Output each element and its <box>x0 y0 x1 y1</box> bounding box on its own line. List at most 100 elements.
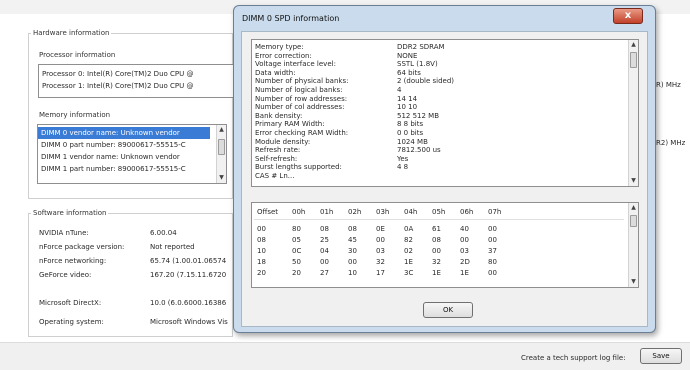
hex-cell: 08 <box>348 225 357 233</box>
hex-column-header: 02h <box>348 208 362 216</box>
dialog-client-area: Memory type: DDR2 SDRAM Error correction: N… <box>241 31 648 327</box>
scroll-down-icon[interactable]: ▼ <box>629 176 638 186</box>
hex-cell: 08 <box>432 236 441 244</box>
scroll-up-icon[interactable]: ▲ <box>217 125 226 135</box>
hex-cell: 25 <box>320 236 329 244</box>
sw-value-directx: 10.0 (6.0.6000.16386 <box>150 299 227 307</box>
sw-value-package: Not reported <box>150 243 195 251</box>
hex-cell: 2D <box>460 258 470 266</box>
sw-label-video: GeForce video: <box>39 271 92 279</box>
processor-list[interactable]: Processor 0: Intel(R) Core(TM)2 Duo CPU … <box>38 64 234 98</box>
hex-column-header: 04h <box>404 208 418 216</box>
hex-cell: 00 <box>376 236 385 244</box>
hex-cell: 0A <box>404 225 414 233</box>
hex-scrollbar[interactable]: ▲ ▼ <box>628 203 638 287</box>
hex-cell: 80 <box>488 258 497 266</box>
processor-info-legend: Processor information <box>39 51 116 59</box>
memory-item[interactable]: DIMM 1 vendor name: Unknown vendor <box>38 151 210 163</box>
hex-cell: 02 <box>404 247 413 255</box>
memory-info-legend: Memory information <box>39 111 111 119</box>
hex-cell: 00 <box>320 258 329 266</box>
sw-label-directx: Microsoft DirectX: <box>39 299 102 307</box>
hex-cell: 00 <box>432 247 441 255</box>
hex-column-header: 01h <box>320 208 334 216</box>
hex-cell: 00 <box>488 236 497 244</box>
hardware-info-legend: Hardware information <box>33 29 110 37</box>
hex-cell: 08 <box>320 225 329 233</box>
hex-cell: 61 <box>432 225 441 233</box>
hex-cell: 40 <box>460 225 469 233</box>
hex-cell: 03 <box>376 247 385 255</box>
sw-label-package: nForce package version: <box>39 243 125 251</box>
sw-value-networking: 65.74 (1.00.01.06574 <box>150 257 227 265</box>
hex-cell: 1E <box>432 269 441 277</box>
hex-cell: 17 <box>376 269 385 277</box>
cpu-frequency-fragment-2: R2) MHz <box>656 139 686 147</box>
spd-dialog: DIMM 0 SPD information x Memory type: DDR… <box>233 5 656 333</box>
hex-cell: 00 <box>460 236 469 244</box>
hex-cell: 37 <box>488 247 497 255</box>
memory-item[interactable]: DIMM 0 part number: 89000617-55515-C <box>38 139 210 151</box>
hex-column-header: 00h <box>292 208 306 216</box>
close-icon[interactable]: x <box>613 8 643 24</box>
sw-value-video: 167.20 (7.15.11.6720 <box>150 271 227 279</box>
hex-dump-box[interactable]: Offset 00h 01h 02h 03h 04h 05h 06h 07h 00 80 08 08 0E… <box>251 202 639 288</box>
hex-area: Offset 00h 01h 02h 03h 04h 05h 06h 07h 00 80 08 08 0E… <box>252 203 628 287</box>
sw-value-ntune: 6.00.04 <box>150 229 177 237</box>
dialog-title: DIMM 0 SPD information <box>242 14 340 23</box>
hex-cell: 50 <box>292 258 301 266</box>
hex-cell: 00 <box>257 225 266 233</box>
hex-column-header: Offset <box>257 208 279 216</box>
sw-label-os: Operating system: <box>39 318 104 326</box>
hex-cell: 1E <box>460 269 469 277</box>
hex-cell: 04 <box>320 247 329 255</box>
hex-cell: 18 <box>257 258 266 266</box>
scroll-down-icon[interactable]: ▼ <box>217 173 226 183</box>
hex-cell: 27 <box>320 269 329 277</box>
hex-cell: 00 <box>488 269 497 277</box>
sw-label-ntune: NVIDIA nTune: <box>39 229 89 237</box>
scroll-thumb[interactable] <box>630 215 637 227</box>
cpu-frequency-fragment: R) MHz <box>656 81 681 89</box>
spd-scrollbar[interactable]: ▲ ▼ <box>628 40 638 186</box>
hex-column-header: 03h <box>376 208 390 216</box>
hex-cell: 05 <box>292 236 301 244</box>
hex-cell: 80 <box>292 225 301 233</box>
hex-cell: 10 <box>348 269 357 277</box>
hex-header-divider <box>254 219 624 220</box>
ok-button[interactable]: OK <box>423 302 473 318</box>
hex-cell: 08 <box>257 236 266 244</box>
scroll-thumb[interactable] <box>630 52 637 68</box>
processor-1: Processor 1: Intel(R) Core(TM)2 Duo CPU … <box>42 82 194 90</box>
hex-cell: 3C <box>404 269 414 277</box>
sw-value-os: Microsoft Windows Vis <box>150 318 228 326</box>
memory-item[interactable]: DIMM 0 vendor name: Unknown vendor <box>38 127 210 139</box>
hex-column-header: 05h <box>432 208 446 216</box>
scroll-thumb[interactable] <box>218 139 225 155</box>
scroll-down-icon[interactable]: ▼ <box>629 277 638 287</box>
hex-cell: 32 <box>432 258 441 266</box>
hex-column-header: 07h <box>488 208 502 216</box>
log-file-label: Create a tech support log file: <box>521 354 626 362</box>
hex-cell: 82 <box>404 236 413 244</box>
hex-cell: 00 <box>488 225 497 233</box>
hex-cell: 0C <box>292 247 302 255</box>
hex-column-header: 06h <box>460 208 474 216</box>
hex-cell: 20 <box>257 269 266 277</box>
memory-item[interactable]: DIMM 1 part number: 89000617-55515-C <box>38 163 210 175</box>
save-button[interactable]: Save <box>640 348 682 364</box>
scroll-up-icon[interactable]: ▲ <box>629 40 638 50</box>
hex-cell: 03 <box>460 247 469 255</box>
hex-cell: 1E <box>404 258 413 266</box>
hex-cell: 00 <box>348 258 357 266</box>
hex-cell: 0E <box>376 225 385 233</box>
spd-row: CAS # Ln... <box>255 172 625 181</box>
hex-cell: 10 <box>257 247 266 255</box>
hex-cell: 32 <box>376 258 385 266</box>
spd-text-box[interactable]: Memory type: DDR2 SDRAM Error correction: N… <box>251 39 639 187</box>
scroll-up-icon[interactable]: ▲ <box>629 203 638 213</box>
sw-label-networking: nForce networking: <box>39 257 107 265</box>
hex-cell: 45 <box>348 236 357 244</box>
memory-list[interactable]: DIMM 0 vendor name: Unknown vendor DIMM … <box>37 124 227 184</box>
memory-list-scrollbar[interactable]: ▲ ▼ <box>216 125 226 183</box>
